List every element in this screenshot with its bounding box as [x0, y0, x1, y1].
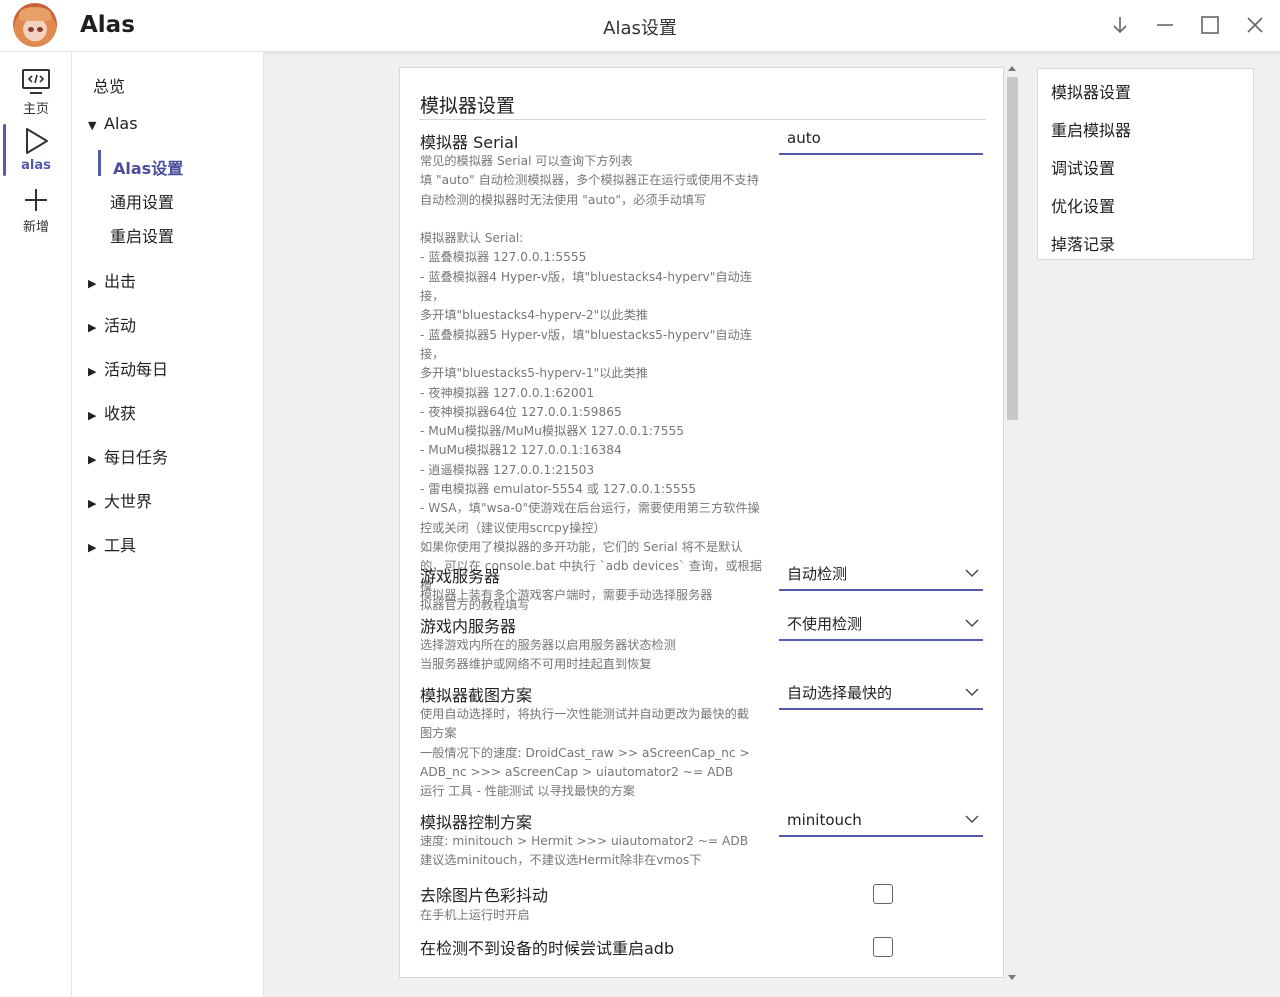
settings-panel: 模拟器设置 模拟器 Serial 常见的模拟器 Serial 可以查询下方列表 … — [399, 67, 1004, 978]
nav-group-tools[interactable]: ▶ 工具 — [88, 532, 136, 556]
nav-sub-restart-settings[interactable]: 重启设置 — [110, 223, 174, 247]
select-value: 自动选择最快的 — [787, 684, 893, 702]
option-title: 游戏服务器 — [420, 567, 501, 586]
scroll-down-arrow-icon[interactable] — [1008, 975, 1016, 980]
option-help: 常见的模拟器 Serial 可以查询下方列表 填 "auto" 自动检测模拟器，… — [420, 154, 762, 612]
plus-icon — [25, 189, 47, 211]
minimize-icon — [1157, 24, 1173, 26]
option-help: 在手机上运行时开启 — [420, 908, 530, 922]
option-title: 在检测不到设备的时候尝试重启adb — [420, 939, 675, 958]
option-help: 速度: minitouch > Hermit >>> uiautomator2 … — [420, 834, 749, 868]
play-icon — [26, 128, 48, 154]
nav-group-daily-tasks[interactable]: ▶ 每日任务 — [88, 444, 168, 468]
nav-sub-alas-settings[interactable]: Alas设置 — [113, 155, 183, 179]
nav-tree: 总览 ▼ Alas Alas设置 通用设置 重启设置 ▶ 出击 ▶ 活动 ▶ 活动每日 … — [72, 52, 264, 997]
download-icon — [1113, 17, 1127, 34]
select-value: 不使用检测 — [787, 615, 863, 633]
panel-title: 模拟器设置 — [420, 95, 516, 117]
title-bar: Alas Alas设置 — [0, 0, 1280, 52]
select-value: minitouch — [787, 811, 862, 829]
restart-adb-checkbox[interactable] — [873, 937, 893, 957]
nav-sub-general-settings[interactable]: 通用设置 — [110, 189, 174, 213]
toc-item-emulator[interactable]: 模拟器设置 — [1051, 79, 1131, 103]
close-button[interactable] — [1240, 10, 1270, 40]
option-help: 使用自动选择时，将执行一次性能测试并自动更改为最快的截 图方案 一般情况下的速度… — [420, 707, 750, 799]
nav-active-indicator — [98, 150, 101, 176]
download-button[interactable] — [1105, 10, 1135, 40]
minimize-button[interactable] — [1150, 10, 1180, 40]
nav-group-event-daily[interactable]: ▶ 活动每日 — [88, 356, 168, 380]
option-help: 选择游戏内所在的服务器以启用服务器状态检测 当服务器维护或网络不可用时挂起直到恢… — [420, 638, 676, 672]
option-title: 模拟器截图方案 — [420, 686, 533, 705]
window-title: Alas设置 — [603, 18, 677, 39]
remove-dither-checkbox[interactable] — [873, 884, 893, 904]
nav-group-label: 收获 — [104, 404, 137, 423]
toc-item-debug[interactable]: 调试设置 — [1051, 155, 1115, 179]
caret-right-icon: ▶ — [88, 453, 97, 466]
chevron-down-icon — [965, 688, 979, 696]
nav-item-overview[interactable]: 总览 — [93, 73, 125, 97]
caret-right-icon: ▶ — [88, 277, 97, 290]
nav-group-label: Alas — [104, 114, 138, 133]
rail-label-home: 主页 — [22, 102, 49, 117]
chevron-down-icon — [965, 619, 979, 627]
code-monitor-icon — [22, 69, 50, 94]
option-title: 模拟器控制方案 — [420, 813, 533, 832]
nav-group-event[interactable]: ▶ 活动 — [88, 312, 136, 336]
toc-item-optimization[interactable]: 优化设置 — [1051, 193, 1115, 217]
nav-group-label: 活动每日 — [104, 360, 169, 379]
nav-group-harvest[interactable]: ▶ 收获 — [88, 400, 136, 424]
scrollbar-thumb[interactable] — [1007, 77, 1018, 420]
nav-group-alas[interactable]: ▼ Alas — [88, 114, 138, 133]
nav-group-label: 大世界 — [104, 492, 153, 511]
maximize-icon — [1201, 16, 1219, 34]
in-game-server-select[interactable]: 不使用检测 — [779, 611, 983, 641]
rail-item-add[interactable]: 新增 — [0, 186, 72, 244]
caret-right-icon: ▶ — [88, 409, 97, 422]
scroll-up-arrow-icon[interactable] — [1008, 66, 1016, 71]
caret-right-icon: ▶ — [88, 321, 97, 334]
caret-right-icon: ▶ — [88, 541, 97, 554]
option-title: 游戏内服务器 — [420, 617, 517, 636]
caret-right-icon: ▶ — [88, 365, 97, 378]
control-method-select[interactable]: minitouch — [779, 807, 983, 837]
game-server-select[interactable]: 自动检测 — [779, 561, 983, 591]
maximize-button[interactable] — [1195, 10, 1225, 40]
chevron-down-icon — [965, 815, 979, 823]
rail-item-alas[interactable]: alas — [0, 126, 72, 184]
serial-input[interactable]: auto — [779, 125, 983, 155]
rail-label-add: 新增 — [22, 220, 49, 235]
option-title: 模拟器 Serial — [420, 133, 519, 152]
caret-right-icon: ▶ — [88, 497, 97, 510]
close-icon — [1247, 17, 1263, 33]
screenshot-method-select[interactable]: 自动选择最快的 — [779, 680, 983, 710]
nav-group-label: 工具 — [104, 536, 137, 555]
rail-item-home[interactable]: 主页 — [0, 68, 72, 126]
rail-label-alas: alas — [21, 158, 51, 173]
nav-group-label: 出击 — [104, 272, 137, 291]
select-value: 自动检测 — [787, 565, 848, 583]
toc-item-restart-emulator[interactable]: 重启模拟器 — [1051, 117, 1131, 141]
nav-group-label: 活动 — [104, 316, 137, 335]
section-toc: 模拟器设置 重启模拟器 调试设置 优化设置 掉落记录 — [1037, 68, 1254, 260]
option-title: 去除图片色彩抖动 — [420, 886, 549, 905]
nav-group-open-world[interactable]: ▶ 大世界 — [88, 488, 152, 512]
nav-group-label: 每日任务 — [104, 448, 169, 467]
divider — [419, 119, 986, 120]
nav-group-sortie[interactable]: ▶ 出击 — [88, 268, 136, 292]
option-help: 模拟器上装有多个游戏客户端时，需要手动选择服务器 — [420, 588, 713, 602]
toc-item-drop-record[interactable]: 掉落记录 — [1051, 231, 1115, 255]
caret-down-icon: ▼ — [88, 119, 97, 132]
chevron-down-icon — [965, 569, 979, 577]
icon-rail: 主页 alas 新增 — [0, 52, 72, 997]
